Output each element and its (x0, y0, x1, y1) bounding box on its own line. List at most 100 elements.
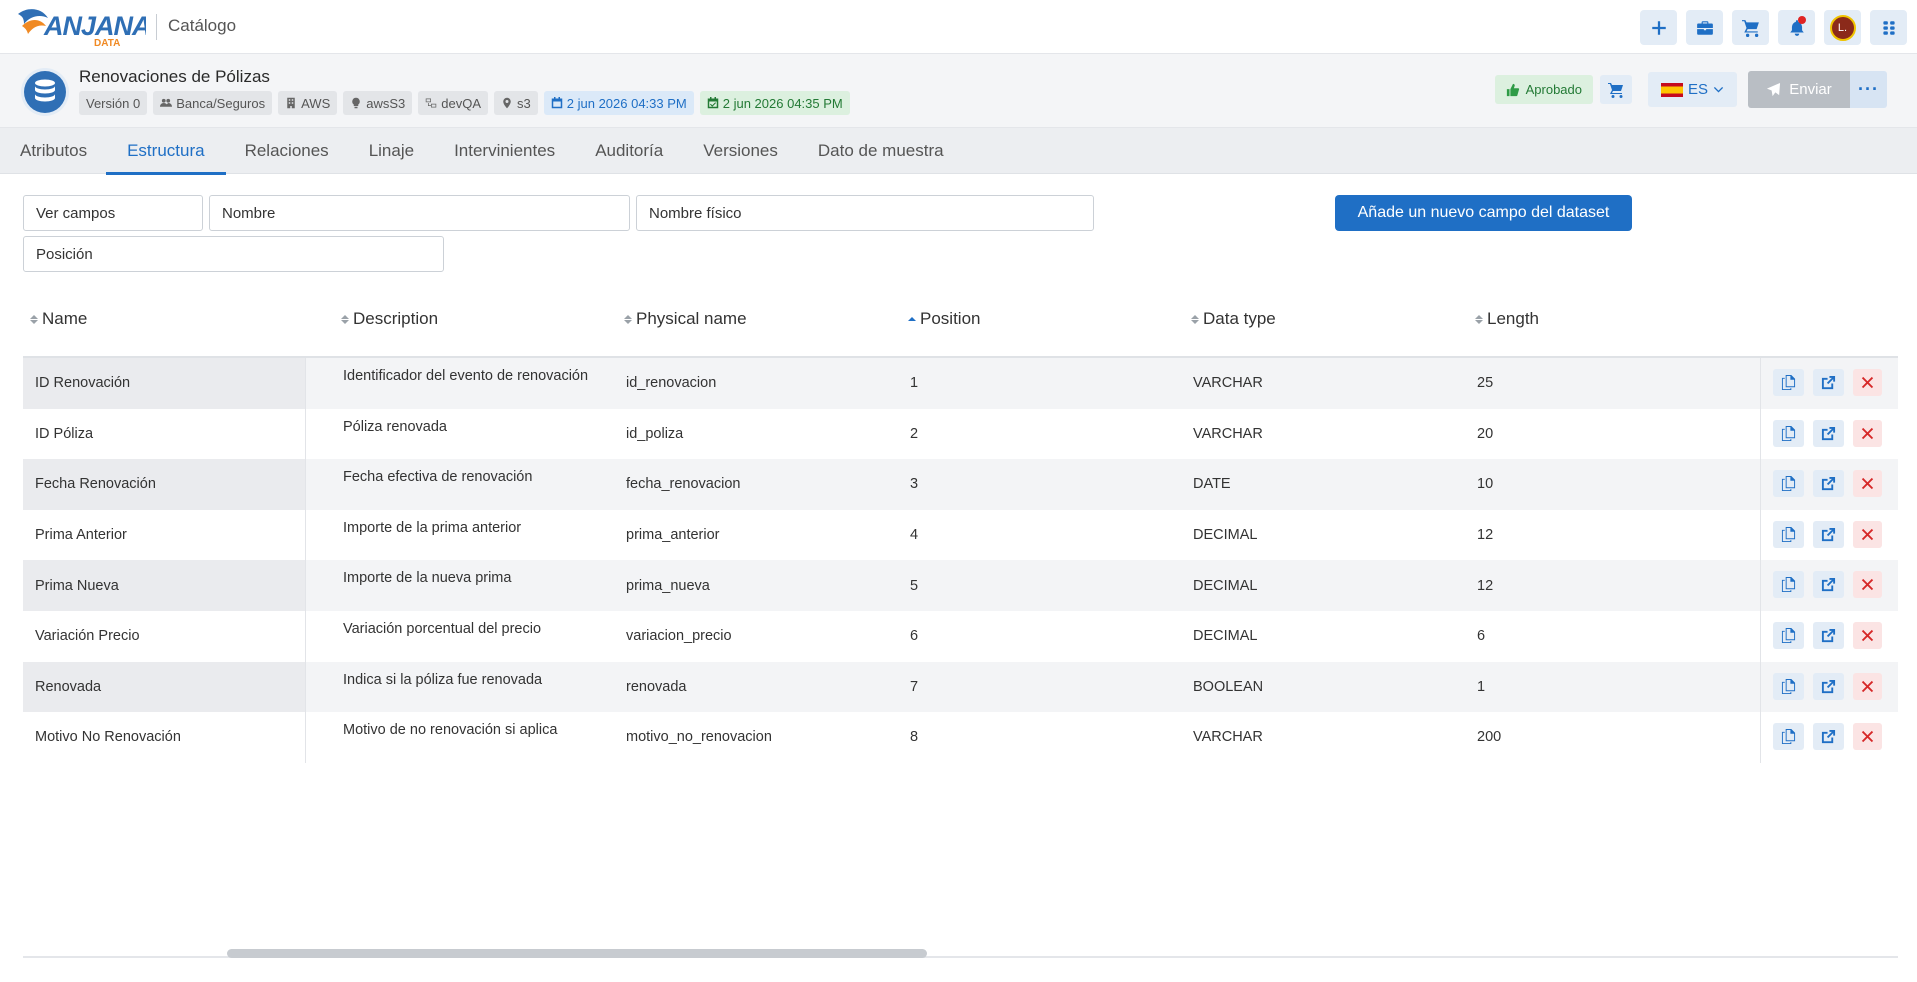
delete-button[interactable] (1853, 723, 1882, 751)
column-header-name[interactable]: Name (30, 309, 87, 329)
table-row[interactable]: Prima Nueva Importe de la nueva prima prim… (23, 560, 1898, 611)
nombre-fisico-filter[interactable]: Nombre físico (636, 195, 1094, 231)
scrollbar-thumb[interactable] (227, 949, 927, 958)
nombre-filter[interactable]: Nombre (209, 195, 630, 231)
delete-button[interactable] (1853, 369, 1882, 396)
cell-length: 20 (1477, 425, 1494, 442)
delete-button[interactable] (1853, 621, 1882, 649)
tab-estructura[interactable]: Estructura (105, 128, 227, 175)
open-button[interactable] (1813, 369, 1844, 396)
copy-button[interactable] (1773, 419, 1804, 447)
delete-button[interactable] (1853, 470, 1882, 498)
tab-linaje[interactable]: Linaje (369, 128, 414, 174)
close-icon (1861, 579, 1874, 591)
cell-length: 12 (1477, 527, 1494, 544)
copy-button[interactable] (1773, 470, 1804, 498)
table-row[interactable]: Prima Anterior Importe de la prima anteri… (23, 509, 1898, 561)
cell-type: DATE (1193, 476, 1231, 493)
open-button[interactable] (1813, 723, 1844, 751)
send-button[interactable]: Enviar (1748, 71, 1850, 108)
open-button[interactable] (1813, 419, 1844, 447)
external-link-icon (1821, 477, 1836, 491)
copy-icon (1781, 526, 1796, 542)
add-to-cart-button[interactable] (1600, 75, 1632, 104)
sort-icon (1475, 314, 1483, 324)
environment-label: devQA (441, 95, 482, 111)
version-tag: Versión 0 (79, 91, 148, 115)
provider-tag: AWS (278, 91, 338, 115)
column-header-position[interactable]: Position (908, 309, 980, 329)
table-row[interactable]: ID Renovación Identificador del evento de… (23, 358, 1898, 409)
cell-description: Póliza renovada (343, 418, 447, 435)
cell-type: BOOLEAN (1193, 678, 1264, 695)
actions-divider (1760, 509, 1761, 561)
tab-versiones[interactable]: Versiones (703, 128, 778, 174)
cell-description: Identificador del evento de renovación (343, 368, 589, 384)
ver-campos-filter[interactable]: Ver campos (23, 195, 203, 231)
delete-button[interactable] (1853, 672, 1882, 700)
open-button[interactable] (1813, 470, 1844, 498)
cell-description: Variación porcentual del precio (343, 620, 542, 637)
delete-button[interactable] (1853, 571, 1882, 599)
cell-physical: id_poliza (626, 425, 684, 442)
row-actions (1773, 621, 1882, 649)
open-button[interactable] (1813, 672, 1844, 700)
copy-button[interactable] (1773, 621, 1804, 649)
open-button[interactable] (1813, 520, 1844, 548)
more-options-button[interactable]: ··· (1850, 71, 1887, 108)
copy-button[interactable] (1773, 672, 1804, 700)
table-row[interactable]: Fecha Renovación Fecha efectiva de renova… (23, 459, 1898, 510)
column-header-data-type[interactable]: Data type (1191, 309, 1276, 329)
actions-divider (1760, 459, 1761, 510)
logo-divider (156, 14, 157, 40)
column-header-length[interactable]: Length (1475, 309, 1539, 329)
tab-dato-de-muestra[interactable]: Dato de muestra (818, 128, 944, 174)
copy-icon (1781, 375, 1796, 390)
updated-date-label: 2 jun 2026 04:35 PM (722, 95, 843, 111)
column-header-label: Description (353, 309, 439, 328)
notifications-button[interactable] (1778, 10, 1815, 45)
briefcase-button[interactable] (1686, 10, 1723, 45)
copy-button[interactable] (1773, 369, 1804, 396)
horizontal-scrollbar[interactable] (23, 948, 1898, 958)
cart-button[interactable] (1732, 10, 1769, 45)
cell-position: 4 (910, 527, 919, 544)
table-row[interactable]: Variación Precio Variación porcentual del… (23, 610, 1898, 662)
cell-position: 3 (910, 476, 919, 493)
cell-type: VARCHAR (1193, 729, 1263, 746)
table-row[interactable]: ID Póliza Póliza renovada id_poliza 2 VARCHA… (23, 408, 1898, 460)
tab-intervinientes[interactable]: Intervinientes (454, 128, 555, 174)
posicion-filter[interactable]: Posición (23, 236, 444, 272)
language-selector[interactable]: ES (1648, 72, 1737, 107)
cell-physical: id_renovacion (626, 375, 717, 392)
delete-button[interactable] (1853, 419, 1882, 447)
domain-label: Banca/Seguros (176, 95, 266, 111)
cell-type: DECIMAL (1193, 527, 1258, 544)
copy-button[interactable] (1773, 571, 1804, 599)
cell-name: Renovada (35, 678, 102, 695)
anjana-logo[interactable]: ANJANA DATA (14, 4, 152, 49)
tab-auditor-a[interactable]: Auditoría (595, 128, 663, 174)
column-header-label: Position (920, 309, 981, 328)
user-menu-button[interactable]: L. (1824, 10, 1861, 45)
cell-physical: prima_anterior (626, 527, 720, 544)
copy-icon (1781, 476, 1796, 492)
add-button[interactable] (1640, 10, 1677, 45)
copy-button[interactable] (1773, 520, 1804, 548)
copy-button[interactable] (1773, 723, 1804, 751)
tab-atributos[interactable]: Atributos (20, 128, 87, 174)
table-row[interactable]: Renovada Indica si la póliza fue renovada… (23, 661, 1898, 713)
tab-relaciones[interactable]: Relaciones (245, 128, 329, 174)
table-row[interactable]: Motivo No Renovación Motivo de no renovac… (23, 712, 1898, 763)
add-field-button[interactable]: Añade un nuevo campo del dataset (1335, 195, 1632, 231)
map-pin-icon (503, 97, 511, 109)
sort-icon (30, 314, 38, 324)
delete-button[interactable] (1853, 520, 1882, 548)
open-button[interactable] (1813, 621, 1844, 649)
column-header-description[interactable]: Description (341, 309, 438, 329)
table-header: Name Description Physical name Position Data… (23, 302, 1898, 358)
open-button[interactable] (1813, 571, 1844, 599)
apps-button[interactable] (1870, 10, 1907, 45)
column-header-physical-name[interactable]: Physical name (624, 309, 747, 329)
cell-name: Fecha Renovación (35, 476, 156, 493)
